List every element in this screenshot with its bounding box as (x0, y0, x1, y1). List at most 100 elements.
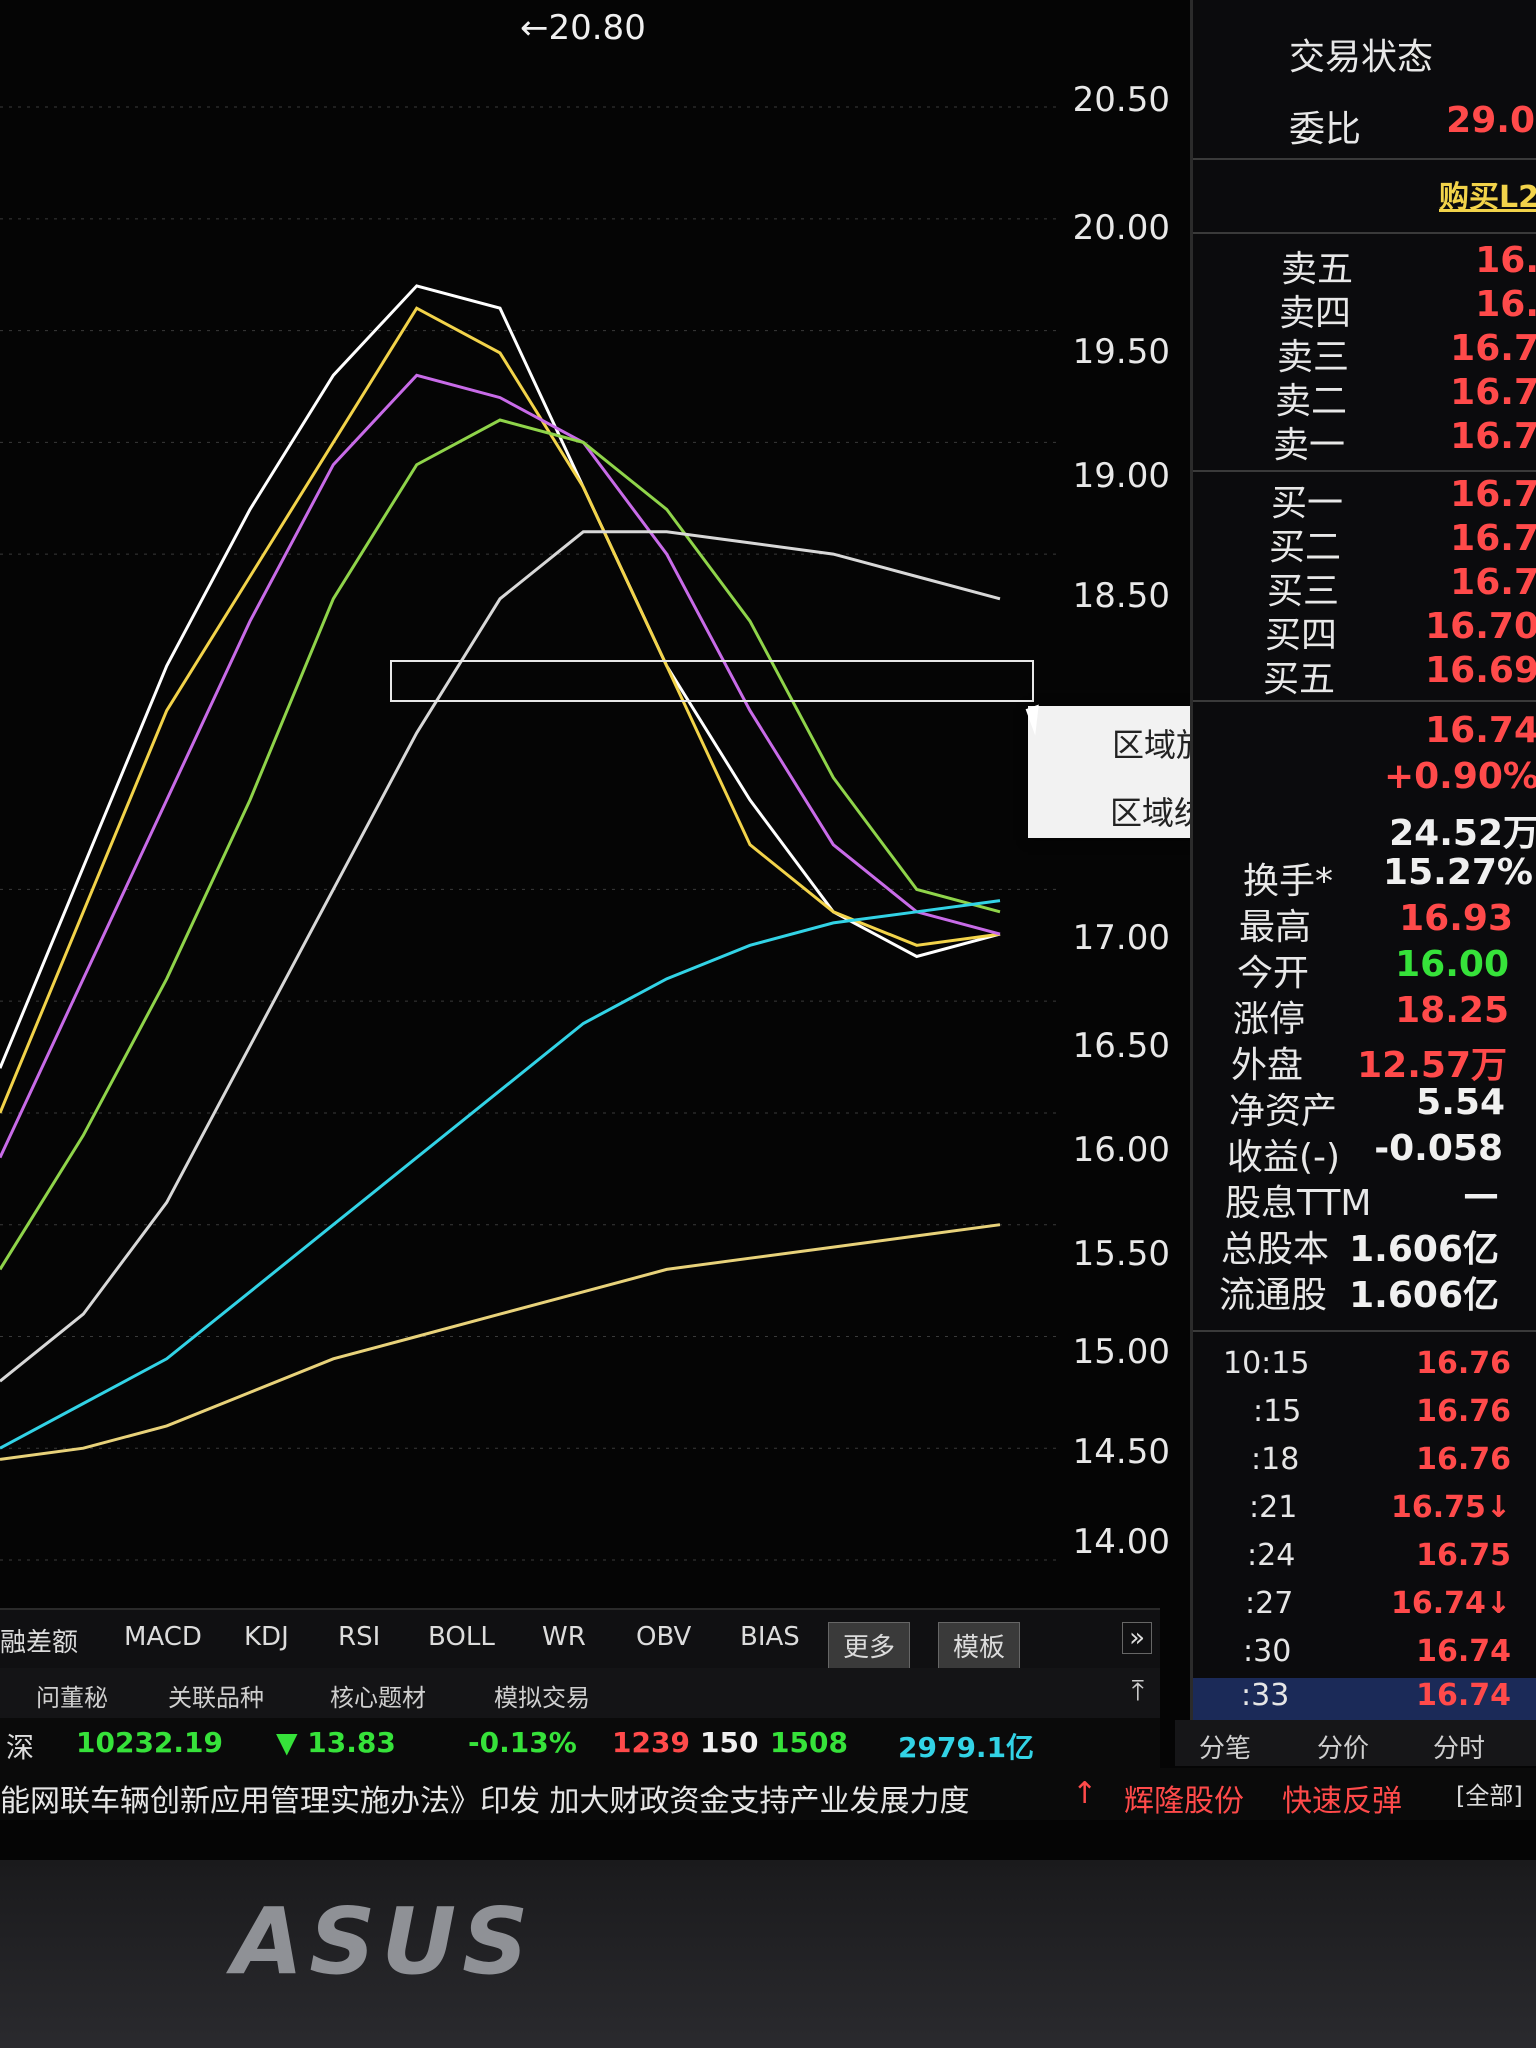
bid-price[interactable]: 16.70 (1425, 606, 1536, 647)
tab-rsi[interactable]: RSI (338, 1622, 380, 1652)
dock-icon[interactable]: ⤒ (1132, 1674, 1144, 1708)
tick-price: 16.76 (1416, 1346, 1511, 1381)
y-tick: 14.50 (1072, 1432, 1170, 1472)
tab-macd[interactable]: MACD (124, 1622, 202, 1652)
index-value: 10232.19 (76, 1726, 224, 1759)
stat-float-shares: 1.606亿 (1349, 1275, 1499, 1316)
y-tick: 15.50 (1072, 1234, 1170, 1274)
tick-time: :18 (1251, 1442, 1300, 1477)
news-ticker[interactable]: 能网联车辆创新应用管理实施办法》印发 加大财政资金支持产业发展力度 ↑ 辉隆股份… (0, 1768, 1536, 1820)
stat-label: 今开 (1237, 953, 1310, 994)
y-tick: 16.00 (1072, 1130, 1170, 1170)
tab-ticks[interactable]: 分笔 (1199, 1728, 1251, 1765)
tab-bias[interactable]: BIAS (740, 1622, 800, 1652)
tab-price-dist[interactable]: 分价 (1317, 1728, 1369, 1765)
tab-boll[interactable]: BOLL (428, 1622, 495, 1652)
stat-outer: 12.57万 (1357, 1045, 1507, 1086)
tick-price: 16.75 (1416, 1538, 1511, 1573)
alert-stock[interactable]: 辉隆股份 (1124, 1776, 1244, 1820)
ask-price[interactable]: 16. (1475, 284, 1536, 325)
kline-chart[interactable]: ←20.80 (0, 0, 1190, 1600)
more-button[interactable]: 更多 (828, 1622, 911, 1669)
ask-price[interactable]: 16.7 (1450, 372, 1536, 413)
tick-price: 16.76 (1416, 1394, 1511, 1429)
tick-price: 16.74↓ (1390, 1586, 1511, 1621)
y-tick: 19.00 (1072, 456, 1170, 496)
bid-label: 买五 (1263, 659, 1336, 700)
tab-ask-secretary[interactable]: 问董秘 (36, 1678, 108, 1713)
bid-price[interactable]: 16.7 (1450, 518, 1536, 559)
y-tick: 19.50 (1072, 332, 1170, 372)
index-bar: 深 10232.19 ▼ 13.83 -0.13% 1239 150 1508 … (0, 1718, 1160, 1768)
selection-box[interactable] (390, 660, 1034, 702)
tick-price: 16.75↓ (1390, 1490, 1511, 1525)
bid-price[interactable]: 16.69 (1425, 650, 1536, 691)
tab-obv[interactable]: OBV (636, 1622, 691, 1652)
all-filter[interactable]: [全部] (1456, 1776, 1523, 1811)
tick-time: :27 (1245, 1586, 1294, 1621)
buy-l2-link[interactable]: 购买L2 (1439, 172, 1536, 216)
divider (1193, 1330, 1536, 1332)
sub-tab-bar: 问董秘 关联品种 核心题材 模拟交易 ⤒ (0, 1668, 1160, 1718)
tick-price: 16.74 (1416, 1678, 1511, 1713)
news-text[interactable]: 能网联车辆创新应用管理实施办法》印发 加大财政资金支持产业发展力度 (0, 1776, 970, 1820)
volume: 24.52万 (1389, 813, 1536, 854)
stat-open: 16.00 (1395, 944, 1509, 985)
tick-time: :30 (1243, 1634, 1292, 1669)
weibi-value: 29.0 (1446, 100, 1535, 141)
tick-time: :21 (1249, 1490, 1298, 1525)
ask-price[interactable]: 16.7 (1450, 416, 1536, 457)
stat-turnover: 15.27% (1383, 852, 1533, 893)
tick-time: :24 (1247, 1538, 1296, 1573)
indicator-tab-bar: 融差额 MACD KDJ RSI BOLL WR OBV BIAS 更多 模板 … (0, 1608, 1160, 1670)
stat-label: 净资产 (1229, 1091, 1338, 1132)
ma-line-6 (0, 1223, 1001, 1461)
y-tick: 14.00 (1072, 1522, 1170, 1562)
bid-price[interactable]: 16.7 (1450, 562, 1536, 603)
ask-price[interactable]: 16.7 (1450, 328, 1536, 369)
screen: ←20.80 20.50 20.00 19.50 19.00 18.50 17.… (0, 0, 1536, 1860)
down-count: 1508 (770, 1726, 848, 1759)
divider (1193, 158, 1536, 160)
turnover-amount: 2979.1亿 (898, 1731, 1035, 1764)
tab-margin-diff[interactable]: 融差额 (0, 1622, 78, 1659)
tab-wr[interactable]: WR (542, 1622, 586, 1652)
index-change: ▼ 13.83 (276, 1726, 396, 1759)
ask-label: 卖一 (1273, 425, 1346, 466)
stat-label: 股息TTM (1225, 1183, 1372, 1224)
tab-kdj[interactable]: KDJ (244, 1622, 289, 1652)
tab-intraday[interactable]: 分时 (1433, 1728, 1485, 1765)
y-tick: 20.00 (1072, 208, 1170, 248)
index-pct: -0.13% (468, 1726, 577, 1759)
y-tick: 16.50 (1072, 1026, 1170, 1066)
quote-panel: 交易状态 委比 29.0 购买L2 卖五 16. 卖四 16. 卖三 16.7 卖二 1… (1190, 0, 1536, 1760)
tick-price: 16.76 (1416, 1442, 1511, 1477)
divider (1193, 470, 1536, 472)
stat-high: 16.93 (1399, 898, 1513, 939)
stat-limit-up: 18.25 (1395, 990, 1509, 1031)
stat-label: 最高 (1239, 907, 1312, 948)
tick-time: 10:15 (1223, 1346, 1310, 1381)
tab-sim-trade[interactable]: 模拟交易 (494, 1678, 590, 1713)
tab-related[interactable]: 关联品种 (168, 1678, 264, 1713)
index-name: 深 (6, 1731, 35, 1764)
ma-line-3 (0, 418, 1001, 1271)
expand-icon[interactable]: » (1122, 1622, 1152, 1654)
stat-net-assets: 5.54 (1416, 1082, 1505, 1123)
y-tick: 20.50 (1072, 80, 1170, 120)
stat-eps: -0.058 (1374, 1128, 1503, 1169)
stat-label: 换手* (1243, 861, 1334, 902)
tick-price: 16.74 (1416, 1634, 1511, 1669)
template-button[interactable]: 模板 (938, 1622, 1021, 1669)
news-arrow-icon: ↑ (1072, 1776, 1098, 1811)
ma-line-5 (0, 899, 1001, 1450)
tick-view-tabs: 分笔 分价 分时 (1175, 1720, 1536, 1766)
tab-core-theme[interactable]: 核心题材 (330, 1678, 426, 1713)
stat-label: 总股本 (1221, 1229, 1330, 1270)
stat-label: 外盘 (1231, 1045, 1304, 1086)
stat-label: 涨停 (1233, 999, 1306, 1040)
monitor-bezel (0, 1860, 1536, 2048)
bid-price[interactable]: 16.7 (1450, 474, 1536, 515)
ask-price[interactable]: 16. (1475, 240, 1536, 281)
ma-line-1 (0, 306, 1001, 1114)
